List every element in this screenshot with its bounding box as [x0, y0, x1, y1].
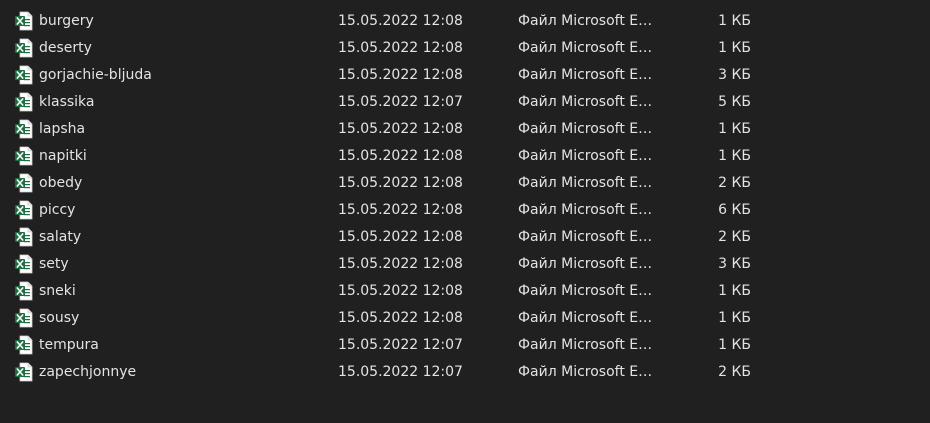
file-row-sousy[interactable]: sousy 15.05.2022 12:08 Файл Microsoft Ex…	[0, 305, 930, 332]
file-size: 2 КБ	[718, 229, 751, 245]
file-name: obedy	[39, 175, 83, 191]
file-type: Файл Microsoft Ex…	[518, 283, 653, 299]
file-size: 1 КБ	[718, 283, 751, 299]
file-row-gorjachie-bljuda[interactable]: gorjachie-bljuda 15.05.2022 12:08 Файл M…	[0, 62, 930, 89]
file-list: burgery 15.05.2022 12:08 Файл Microsoft …	[0, 8, 930, 386]
file-modified-date: 15.05.2022 12:07	[338, 337, 463, 353]
excel-file-icon	[14, 362, 33, 382]
file-name: salaty	[39, 229, 82, 245]
file-name: napitki	[39, 148, 87, 164]
file-type: Файл Microsoft Ex…	[518, 13, 653, 29]
file-name: burgery	[39, 13, 94, 29]
file-row-zapechjonnye[interactable]: zapechjonnye 15.05.2022 12:07 Файл Micro…	[0, 359, 930, 386]
excel-file-icon	[14, 65, 33, 85]
file-size: 1 КБ	[718, 13, 751, 29]
excel-file-icon	[14, 200, 33, 220]
file-size: 2 КБ	[718, 175, 751, 191]
file-size: 1 КБ	[718, 148, 751, 164]
file-modified-date: 15.05.2022 12:08	[338, 148, 463, 164]
excel-file-icon	[14, 92, 33, 112]
file-size: 3 КБ	[718, 67, 751, 83]
file-row-burgery[interactable]: burgery 15.05.2022 12:08 Файл Microsoft …	[0, 8, 930, 35]
file-size: 1 КБ	[718, 40, 751, 56]
file-modified-date: 15.05.2022 12:08	[338, 13, 463, 29]
file-row-sety[interactable]: sety 15.05.2022 12:08 Файл Microsoft Ex……	[0, 251, 930, 278]
file-name: piccy	[39, 202, 76, 218]
file-modified-date: 15.05.2022 12:08	[338, 310, 463, 326]
file-modified-date: 15.05.2022 12:08	[338, 40, 463, 56]
file-type: Файл Microsoft Ex…	[518, 67, 653, 83]
file-modified-date: 15.05.2022 12:07	[338, 94, 463, 110]
excel-file-icon	[14, 146, 33, 166]
file-name: klassika	[39, 94, 95, 110]
excel-file-icon	[14, 254, 33, 274]
file-type: Файл Microsoft Ex…	[518, 40, 653, 56]
file-name: gorjachie-bljuda	[39, 67, 152, 83]
file-size: 1 КБ	[718, 337, 751, 353]
file-modified-date: 15.05.2022 12:08	[338, 229, 463, 245]
file-type: Файл Microsoft Ex…	[518, 310, 653, 326]
file-type: Файл Microsoft Ex…	[518, 121, 653, 137]
file-name: deserty	[39, 40, 92, 56]
file-modified-date: 15.05.2022 12:08	[338, 121, 463, 137]
file-size: 1 КБ	[718, 310, 751, 326]
file-size: 5 КБ	[718, 94, 751, 110]
file-row-obedy[interactable]: obedy 15.05.2022 12:08 Файл Microsoft Ex…	[0, 170, 930, 197]
file-modified-date: 15.05.2022 12:08	[338, 256, 463, 272]
file-type: Файл Microsoft Ex…	[518, 364, 653, 380]
excel-file-icon	[14, 11, 33, 31]
excel-file-icon	[14, 335, 33, 355]
file-type: Файл Microsoft Ex…	[518, 202, 653, 218]
file-modified-date: 15.05.2022 12:08	[338, 283, 463, 299]
file-type: Файл Microsoft Ex…	[518, 337, 653, 353]
file-row-salaty[interactable]: salaty 15.05.2022 12:08 Файл Microsoft E…	[0, 224, 930, 251]
excel-file-icon	[14, 281, 33, 301]
file-type: Файл Microsoft Ex…	[518, 94, 653, 110]
file-type: Файл Microsoft Ex…	[518, 229, 653, 245]
file-size: 1 КБ	[718, 121, 751, 137]
file-row-sneki[interactable]: sneki 15.05.2022 12:08 Файл Microsoft Ex…	[0, 278, 930, 305]
file-modified-date: 15.05.2022 12:08	[338, 175, 463, 191]
excel-file-icon	[14, 38, 33, 58]
file-row-deserty[interactable]: deserty 15.05.2022 12:08 Файл Microsoft …	[0, 35, 930, 62]
file-row-piccy[interactable]: piccy 15.05.2022 12:08 Файл Microsoft Ex…	[0, 197, 930, 224]
file-type: Файл Microsoft Ex…	[518, 148, 653, 164]
excel-file-icon	[14, 173, 33, 193]
file-type: Файл Microsoft Ex…	[518, 175, 653, 191]
file-name: tempura	[39, 337, 99, 353]
file-name: sneki	[39, 283, 76, 299]
excel-file-icon	[14, 308, 33, 328]
file-type: Файл Microsoft Ex…	[518, 256, 653, 272]
excel-file-icon	[14, 227, 33, 247]
file-size: 2 КБ	[718, 364, 751, 380]
file-row-napitki[interactable]: napitki 15.05.2022 12:08 Файл Microsoft …	[0, 143, 930, 170]
file-modified-date: 15.05.2022 12:08	[338, 202, 463, 218]
file-name: sety	[39, 256, 69, 272]
file-name: sousy	[39, 310, 80, 326]
file-row-tempura[interactable]: tempura 15.05.2022 12:07 Файл Microsoft …	[0, 332, 930, 359]
file-size: 6 КБ	[718, 202, 751, 218]
file-name: zapechjonnye	[39, 364, 137, 380]
file-modified-date: 15.05.2022 12:08	[338, 67, 463, 83]
excel-file-icon	[14, 119, 33, 139]
file-modified-date: 15.05.2022 12:07	[338, 364, 463, 380]
file-name: lapsha	[39, 121, 86, 137]
file-row-klassika[interactable]: klassika 15.05.2022 12:07 Файл Microsoft…	[0, 89, 930, 116]
file-size: 3 КБ	[718, 256, 751, 272]
file-row-lapsha[interactable]: lapsha 15.05.2022 12:08 Файл Microsoft E…	[0, 116, 930, 143]
